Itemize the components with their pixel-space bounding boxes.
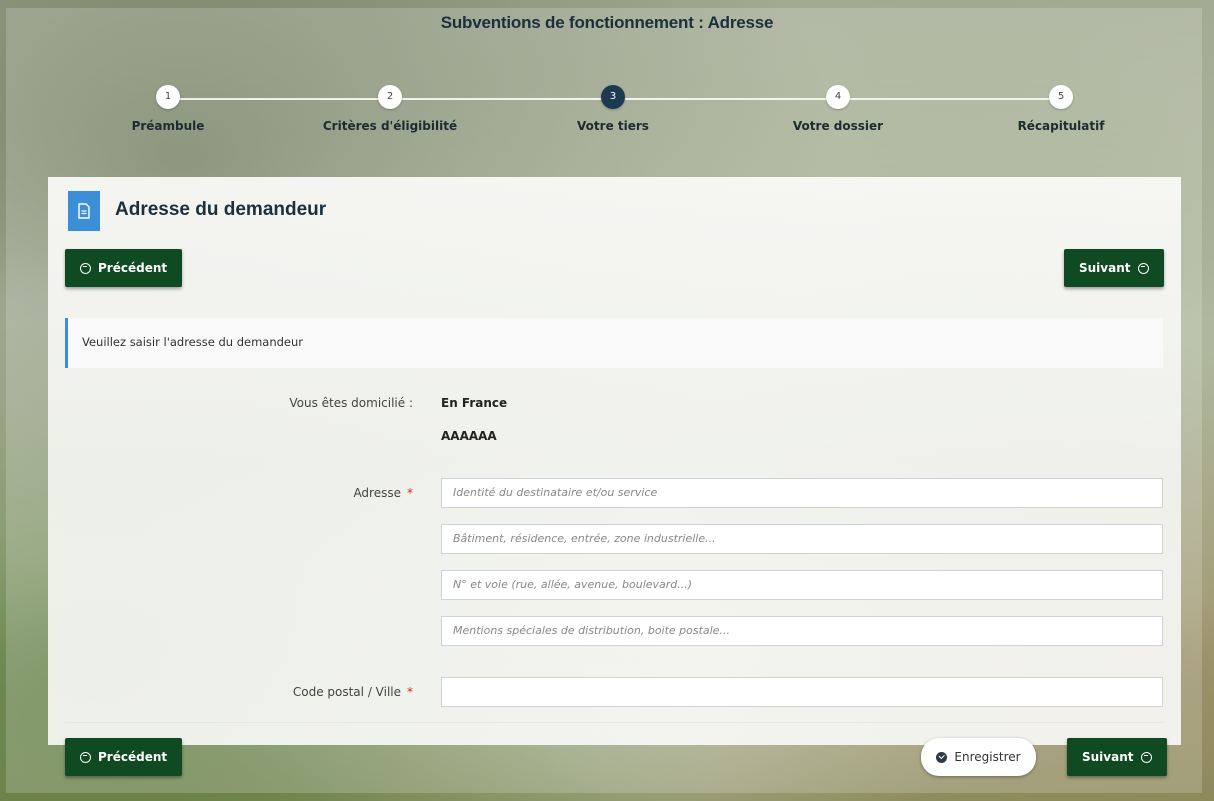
check-circle-icon [936,751,948,763]
address-line-1-placeholder: Identité du destinataire et/ou service [453,486,658,499]
step-number: 3 [601,85,625,109]
domicile-label: Vous êtes domicilié : [289,396,413,410]
step-label: Votre dossier [792,119,884,133]
step-recapitulatif[interactable]: 5 Récapitulatif [961,85,1161,133]
arrow-circle-left-icon [80,751,91,763]
previous-button-top[interactable]: Précédent [65,249,183,287]
previous-label: Précédent [98,261,168,275]
step-label: Votre tiers [577,119,649,133]
step-number: 5 [1049,85,1073,109]
address-label: Adresse * [230,486,413,500]
address-line-4-placeholder: Mentions spéciales de distribution, boit… [453,624,730,637]
address-line-2-placeholder: Bâtiment, résidence, entrée, zone indust… [453,532,716,545]
next-button-bottom[interactable]: Suivant [1067,738,1167,776]
postal-city-input[interactable] [441,677,1163,707]
address-line-4-input[interactable]: Mentions spéciales de distribution, boit… [441,616,1163,646]
address-line-2-input[interactable]: Bâtiment, résidence, entrée, zone indust… [441,524,1163,554]
address-line-3-placeholder: N° et voie (rue, allée, avenue, boulevar… [453,578,693,591]
step-votre-tiers[interactable]: 3 Votre tiers [513,85,713,133]
section-title: Adresse du demandeur [115,199,327,220]
page-title: Subventions de fonctionnement : Adresse [440,13,774,32]
postal-city-label-text: Code postal / Ville [292,685,401,699]
next-button-top[interactable]: Suivant [1064,249,1164,287]
step-label: Préambule [131,119,205,133]
step-preambule[interactable]: 1 Préambule [68,85,268,133]
arrow-circle-left-icon [80,262,91,274]
address-line-1-input[interactable]: Identité du destinataire et/ou service [441,478,1163,508]
divider [65,722,1163,723]
info-message: Veuillez saisir l'adresse du demandeur [65,318,1163,368]
address-line-3-input[interactable]: N° et voie (rue, allée, avenue, boulevar… [441,570,1163,600]
step-label: Récapitulatif [1017,119,1105,133]
step-criteres-eligibilite[interactable]: 2 Critères d'éligibilité [290,85,490,133]
required-marker: * [407,486,413,500]
postal-city-label: Code postal / Ville * [230,685,413,699]
save-button[interactable]: Enregistrer [921,738,1036,776]
next-label: Suivant [1079,261,1131,275]
step-label: Critères d'éligibilité [322,119,458,133]
address-label-text: Adresse [353,486,401,500]
required-marker: * [407,685,413,699]
step-number: 2 [378,85,402,109]
step-votre-dossier[interactable]: 4 Votre dossier [738,85,938,133]
domicile-extra: AAAAAA [441,429,497,443]
next-label: Suivant [1082,750,1134,764]
previous-button-bottom[interactable]: Précédent [65,738,183,776]
form-panel [48,177,1181,745]
step-number: 1 [156,85,180,109]
step-number: 4 [826,85,850,109]
arrow-circle-right-icon [1137,262,1149,274]
document-icon [68,191,100,231]
domicile-value: En France [441,396,508,410]
save-label: Enregistrer [954,750,1021,764]
previous-label: Précédent [98,750,168,764]
arrow-circle-right-icon [1140,751,1152,763]
